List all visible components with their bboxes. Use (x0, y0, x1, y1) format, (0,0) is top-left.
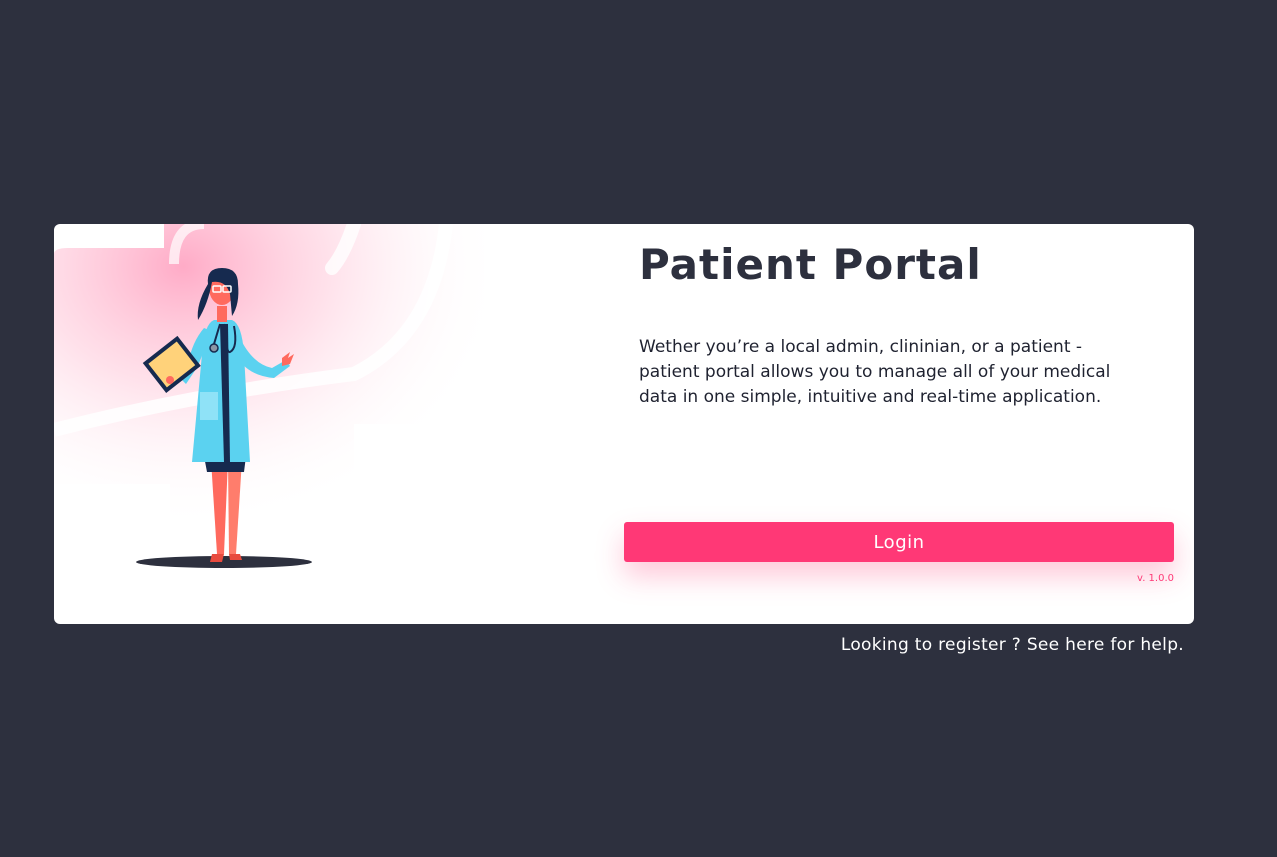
version-label: v. 1.0.0 (1137, 573, 1174, 584)
medical-cross-icon (54, 224, 484, 564)
register-help-link[interactable]: Looking to register ? See here for help. (841, 635, 1184, 655)
login-button[interactable]: Login (624, 522, 1174, 562)
ground-shadow (136, 556, 312, 568)
doctor-illustration (54, 224, 484, 568)
login-card: Patient Portal Wether you’re a local adm… (54, 224, 1194, 624)
card-content: Patient Portal Wether you’re a local adm… (624, 224, 1189, 624)
portal-description: Wether you’re a local admin, clininian, … (639, 337, 1111, 407)
page-title: Patient Portal (639, 240, 982, 289)
